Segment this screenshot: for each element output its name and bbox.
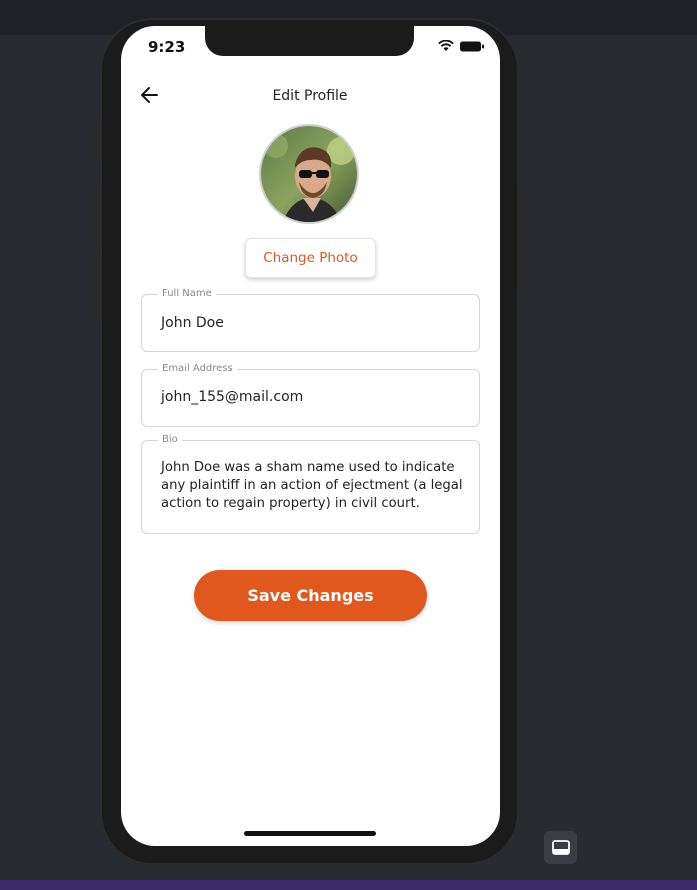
- bio-value[interactable]: John Doe was a sham name used to indicat…: [161, 459, 479, 513]
- bio-field[interactable]: Bio John Doe was a sham name used to ind…: [141, 434, 480, 534]
- full-name-field[interactable]: Full Name John Doe: [141, 288, 480, 352]
- email-field[interactable]: Email Address john_155@mail.com: [141, 363, 480, 427]
- change-photo-button[interactable]: Change Photo: [245, 238, 376, 278]
- status-time: 9:23: [148, 38, 186, 56]
- avatar-image: [261, 126, 357, 222]
- status-icons: [438, 40, 484, 52]
- panel-icon: [551, 840, 570, 855]
- wifi-icon: [438, 40, 454, 51]
- email-label: Email Address: [158, 363, 237, 374]
- page-title: Edit Profile: [272, 88, 348, 104]
- phone-side-button-left-3: [94, 256, 100, 318]
- battery-icon: [460, 41, 484, 51]
- bio-label: Bio: [158, 434, 182, 445]
- phone-notch: [205, 26, 414, 56]
- back-arrow-icon[interactable]: [139, 84, 161, 106]
- email-value[interactable]: john_155@mail.com: [161, 389, 303, 405]
- phone-side-button-right: [519, 185, 525, 289]
- home-indicator: [244, 831, 376, 836]
- phone-side-button-left-2: [94, 186, 100, 248]
- full-name-label: Full Name: [158, 288, 216, 299]
- phone-side-button-left-1: [94, 122, 100, 158]
- window-bottom-bar: [0, 880, 697, 890]
- profile-avatar[interactable]: [259, 124, 359, 224]
- panel-toggle-button[interactable]: [544, 831, 577, 864]
- save-changes-button[interactable]: Save Changes: [194, 570, 427, 621]
- full-name-value[interactable]: John Doe: [161, 315, 224, 331]
